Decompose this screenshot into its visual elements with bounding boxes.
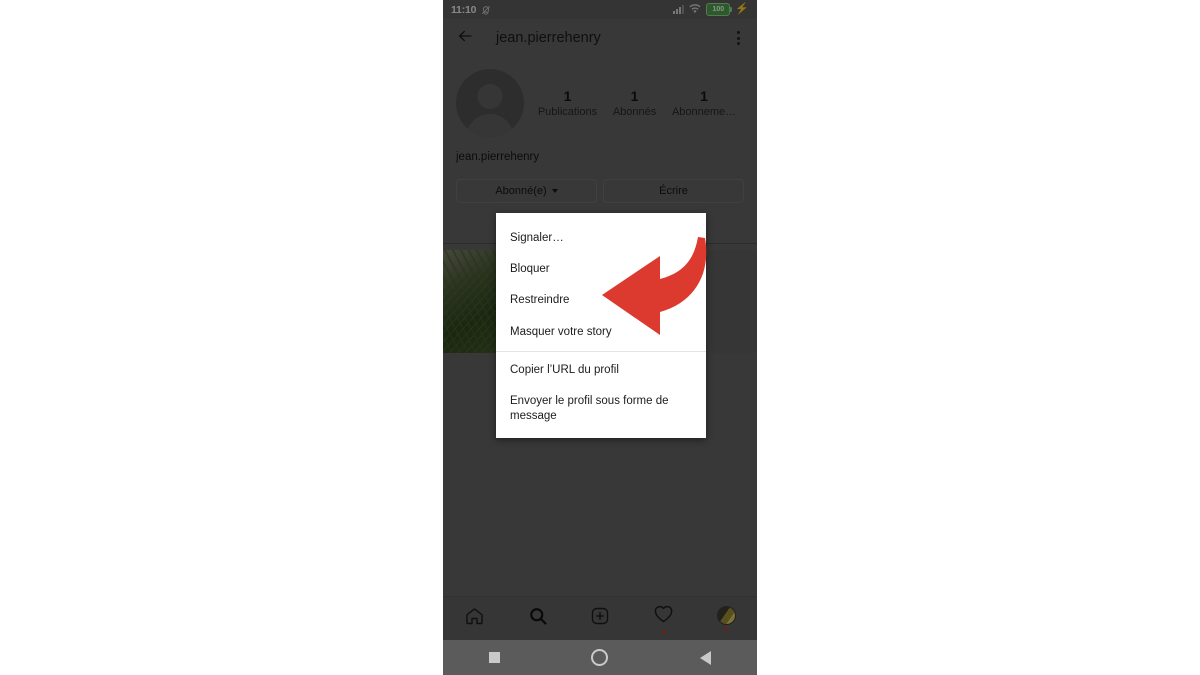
profile-action-buttons: Abonné(e) Écrire xyxy=(456,179,744,203)
profile-avatar-icon xyxy=(716,606,736,625)
screenshot-canvas: 11:10 100 ⚡ jean.pierrehenry 1 Publicati… xyxy=(0,0,1200,675)
profile-stats: 1 Publications 1 Abonnés 1 Abonneme… xyxy=(530,88,744,118)
wifi-icon xyxy=(689,1,701,19)
back-triangle-icon[interactable] xyxy=(700,650,712,665)
menu-divider xyxy=(496,350,706,352)
menu-item-envoyer-profil[interactable]: Envoyer le profil sous forme de message xyxy=(496,386,706,432)
profile-username: jean.pierrehenry xyxy=(456,151,540,163)
default-avatar-icon[interactable] xyxy=(456,69,524,137)
battery-level-text: 100 xyxy=(712,6,725,13)
stat-following[interactable]: 1 Abonneme… xyxy=(672,88,736,118)
chevron-down-icon xyxy=(551,189,558,193)
page-title: jean.pierrehenry xyxy=(496,30,601,46)
menu-item-signaler[interactable]: Signaler… xyxy=(496,222,706,253)
home-icon xyxy=(464,606,485,631)
bell-muted-icon xyxy=(481,5,491,15)
status-bar-time: 11:10 xyxy=(451,3,477,16)
heart-activity-icon xyxy=(653,604,674,628)
menu-item-restreindre[interactable]: Restreindre xyxy=(496,285,706,316)
message-button[interactable]: Écrire xyxy=(603,179,744,203)
nav-profile[interactable] xyxy=(716,606,736,631)
profile-badge xyxy=(724,627,729,631)
signal-bars-icon xyxy=(673,5,685,14)
menu-item-masquer-story[interactable]: Masquer votre story xyxy=(496,316,706,347)
back-arrow-icon[interactable] xyxy=(456,28,474,49)
following-button[interactable]: Abonné(e) xyxy=(456,179,597,203)
profile-options-menu: Signaler… Bloquer Restreindre Masquer vo… xyxy=(496,213,706,438)
stat-count: 1 xyxy=(563,88,572,105)
stat-count: 1 xyxy=(700,88,708,105)
profile-section: 1 Publications 1 Abonnés 1 Abonneme… jea… xyxy=(443,57,757,203)
status-bar: 11:10 100 ⚡ xyxy=(443,0,757,19)
home-circle-icon[interactable] xyxy=(591,649,609,666)
lightning-bolt-icon: ⚡ xyxy=(735,3,749,15)
avatar-body xyxy=(466,114,514,137)
stat-followers[interactable]: 1 Abonnés xyxy=(613,88,656,118)
bottom-navigation-bar xyxy=(443,596,757,640)
menu-item-bloquer[interactable]: Bloquer xyxy=(496,253,706,284)
nav-search[interactable] xyxy=(528,606,548,631)
stat-label: Abonneme… xyxy=(671,105,737,118)
stat-label: Abonnés xyxy=(612,105,657,118)
menu-item-copier-url[interactable]: Copier l’URL du profil xyxy=(496,355,706,386)
recents-square-icon[interactable] xyxy=(488,652,500,663)
stat-publications[interactable]: 1 Publications xyxy=(538,88,597,118)
stat-count: 1 xyxy=(630,88,639,105)
app-header: jean.pierrehenry xyxy=(443,19,757,57)
avatar-head xyxy=(477,84,503,109)
status-bar-indicators: 100 ⚡ xyxy=(673,1,749,19)
battery-icon: 100 xyxy=(706,3,733,16)
nav-activity[interactable] xyxy=(653,604,674,634)
activity-badge xyxy=(661,629,666,634)
nav-add-post[interactable] xyxy=(590,606,610,631)
kebab-menu-icon[interactable] xyxy=(733,25,744,51)
android-system-nav xyxy=(443,640,757,675)
add-post-icon xyxy=(590,606,610,631)
stat-label: Publications xyxy=(537,105,598,118)
search-icon xyxy=(528,606,548,631)
message-button-label: Écrire xyxy=(659,185,688,197)
following-button-label: Abonné(e) xyxy=(495,185,547,197)
profile-header-row: 1 Publications 1 Abonnés 1 Abonneme… xyxy=(456,57,744,137)
nav-home[interactable] xyxy=(464,606,485,631)
phone-screen: 11:10 100 ⚡ jean.pierrehenry 1 Publicati… xyxy=(443,0,757,675)
